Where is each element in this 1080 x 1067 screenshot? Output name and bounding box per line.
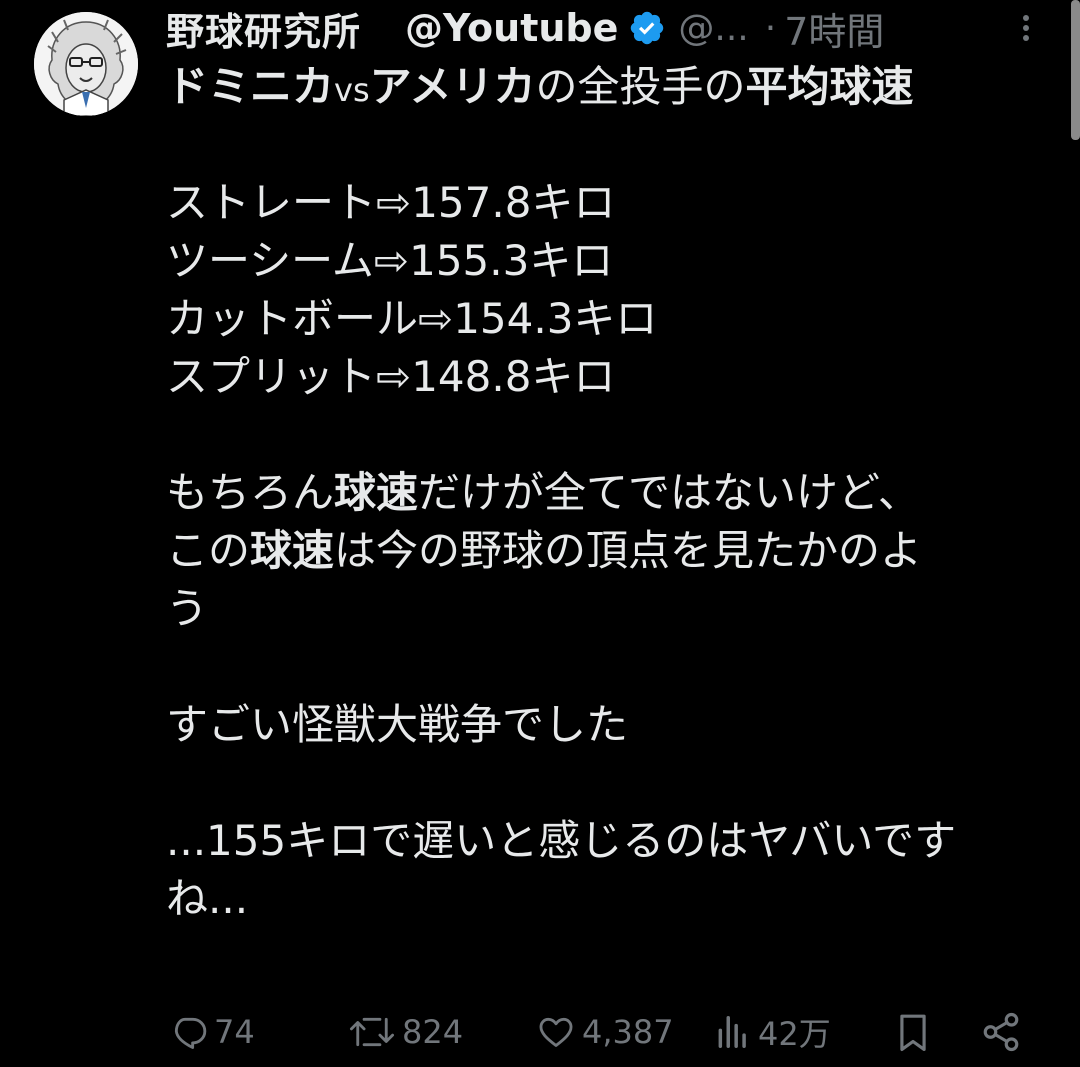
text-line-6: もちろん球速だけが全てではないけど、 — [166, 464, 1046, 522]
avatar-lion-illustration — [34, 12, 138, 116]
verified-badge-icon — [631, 11, 664, 45]
tweet-text: ドミニカvsアメリカの全投手の平均球速 ストレート⇨157.8キロ ツーシーム⇨… — [166, 58, 1046, 928]
bookmark-button[interactable] — [894, 1004, 932, 1060]
text-average-velocity: 平均球速 — [745, 62, 914, 111]
scrollbar[interactable] — [1071, 0, 1080, 140]
avatar[interactable] — [34, 12, 138, 116]
repost-count: 824 — [402, 1013, 464, 1051]
timestamp[interactable]: 7時間 — [784, 1, 884, 56]
text-line-two-seam: ツーシーム⇨155.3キロ — [166, 236, 614, 285]
share-button[interactable] — [980, 1004, 1022, 1060]
action-bar: 74 824 4,387 42万 — [0, 1004, 1080, 1060]
text-line-fastball: ストレート⇨157.8キロ — [166, 178, 616, 227]
tweet-header: 野球研究所 @Youtube @... · 7時間 — [166, 0, 1036, 56]
text-segment: もちろん — [166, 468, 335, 517]
text-line-splitter: スプリット⇨148.8キロ — [166, 352, 616, 401]
text-segment-bold: 球速 — [250, 526, 335, 575]
text-segment: この — [166, 526, 251, 575]
text-line-title: ドミニカvsアメリカの全投手の平均球速 — [166, 58, 1046, 116]
views-count: 42万 — [758, 1015, 831, 1053]
more-options-icon[interactable] — [1014, 10, 1038, 46]
text-dominica: ドミニカ — [166, 62, 335, 111]
tweet[interactable]: 野球研究所 @Youtube @... · 7時間 ドミニカvsアメリカの全投手… — [0, 0, 1080, 1067]
handle[interactable]: @... — [678, 8, 748, 49]
text-line-10: ...155キロで遅いと感じるのはヤバいです — [166, 816, 957, 865]
views-button[interactable]: 42万 — [714, 1004, 831, 1060]
channel-tag[interactable]: @Youtube — [405, 6, 618, 50]
like-icon — [539, 1017, 573, 1047]
reply-button[interactable]: 74 — [170, 1004, 255, 1060]
text-all-pitchers: の全投手の — [535, 62, 746, 111]
like-count: 4,387 — [582, 1013, 674, 1051]
display-name[interactable]: 野球研究所 — [166, 1, 361, 56]
views-icon — [718, 1016, 746, 1048]
text-line-11: ね... — [166, 874, 249, 923]
text-line-8: う — [166, 584, 209, 633]
text-line-7: この球速は今の野球の頂点を見たかのよ — [166, 522, 1046, 580]
text-america: アメリカ — [369, 62, 536, 111]
text-line-cutter: カットボール⇨154.3キロ — [166, 294, 658, 343]
separator-dot: · — [764, 7, 777, 49]
text-segment-bold: 球速 — [334, 468, 419, 517]
like-button[interactable]: 4,387 — [536, 1004, 674, 1060]
reply-icon — [174, 1017, 207, 1049]
text-vs: vs — [334, 71, 370, 109]
repost-button[interactable]: 824 — [348, 1004, 463, 1060]
text-segment: は今の野球の頂点を見たかのよ — [334, 526, 923, 575]
bookmark-icon — [900, 1014, 926, 1051]
reply-count: 74 — [214, 1013, 255, 1051]
repost-icon — [349, 1017, 395, 1047]
share-icon — [983, 1012, 1019, 1052]
text-line-9: すごい怪獣大戦争でした — [166, 700, 629, 749]
text-segment: だけが全てではないけど、 — [418, 468, 920, 517]
